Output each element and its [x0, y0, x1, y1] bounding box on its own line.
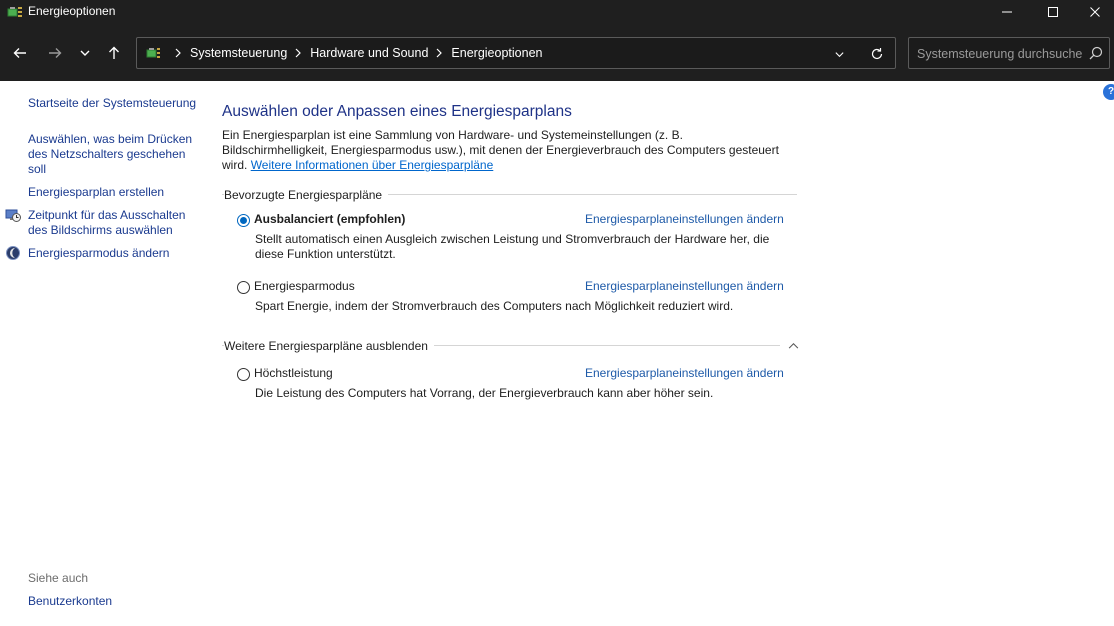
- search-input[interactable]: [917, 45, 1082, 62]
- sidebar-item-create-plan[interactable]: Energiesparplan erstellen: [28, 185, 203, 200]
- minimize-button[interactable]: [984, 0, 1030, 24]
- window-title: Energieoptionen: [28, 4, 116, 18]
- close-button[interactable]: [1076, 0, 1114, 24]
- plan-name-high-performance[interactable]: Höchstleistung: [254, 366, 333, 380]
- navigation-bar: Systemsteuerung Hardware und Sound Energ…: [0, 24, 1114, 81]
- minimize-icon: [1002, 11, 1012, 13]
- forward-button[interactable]: [42, 40, 68, 66]
- plan-name-balanced[interactable]: Ausbalanciert (empfohlen): [254, 212, 405, 226]
- control-panel-icon: [146, 48, 160, 58]
- plan-radio-high-performance[interactable]: [237, 368, 250, 381]
- title-bar: Energieoptionen: [0, 0, 1114, 24]
- breadcrumb-systemsteuerung[interactable]: Systemsteuerung: [190, 46, 287, 60]
- plan-radio-power-saver[interactable]: [237, 281, 250, 294]
- search-box[interactable]: [908, 37, 1110, 69]
- address-history-button[interactable]: [831, 46, 847, 62]
- sidebar-item-user-accounts[interactable]: Benutzerkonten: [28, 594, 203, 609]
- chevron-right-icon: [175, 48, 181, 58]
- sidebar-item-display-off[interactable]: Zeitpunkt für das Ausschalten des Bildsc…: [28, 208, 203, 238]
- breadcrumb-energieoptionen[interactable]: Energieoptionen: [451, 46, 542, 60]
- hide-more-plans-label[interactable]: Weitere Energiesparpläne ausblenden: [224, 339, 434, 353]
- chevron-right-icon[interactable]: [295, 48, 302, 58]
- plan-desc-high-performance: Die Leistung des Computers hat Vorrang, …: [255, 386, 714, 400]
- plan-desc-balanced: Stellt automatisch einen Ausgleich zwisc…: [255, 232, 770, 261]
- help-button[interactable]: ?: [1103, 84, 1114, 100]
- monitor-clock-icon: [5, 209, 21, 222]
- maximize-icon: [1048, 7, 1058, 17]
- up-button[interactable]: [101, 40, 127, 66]
- arrow-right-icon: [49, 48, 62, 58]
- power-options-icon: [7, 7, 22, 17]
- sidebar-item-sleep[interactable]: Energiesparmodus ändern: [28, 246, 203, 261]
- address-bar[interactable]: Systemsteuerung Hardware und Sound Energ…: [136, 37, 896, 69]
- plan-settings-link-high-performance[interactable]: Energiesparplaneinstellungen ändern: [585, 366, 784, 380]
- see-also-label: Siehe auch: [28, 571, 89, 585]
- close-icon: [1090, 7, 1100, 17]
- plan-settings-link-balanced[interactable]: Energiesparplaneinstellungen ändern: [585, 212, 784, 226]
- breadcrumb-hardware-und-sound[interactable]: Hardware und Sound: [310, 46, 428, 60]
- plan-name-power-saver[interactable]: Energiesparmodus: [254, 279, 355, 293]
- moon-icon: [6, 246, 20, 260]
- plan-settings-link-power-saver[interactable]: Energiesparplaneinstellungen ändern: [585, 279, 784, 293]
- sidebar-item-power-button[interactable]: Auswählen, was beim Drücken des Netzscha…: [28, 132, 203, 177]
- refresh-button[interactable]: [868, 45, 886, 63]
- chevron-right-icon[interactable]: [436, 48, 443, 58]
- recent-locations-button[interactable]: [72, 40, 98, 66]
- refresh-icon: [871, 48, 883, 60]
- plan-radio-balanced[interactable]: [237, 214, 250, 227]
- intro-text: Ein Energiesparplan ist eine Sammlung vo…: [222, 128, 782, 173]
- sidebar-item-home[interactable]: Startseite der Systemsteuerung: [28, 96, 203, 111]
- chevron-up-icon: [788, 342, 798, 348]
- back-button[interactable]: [7, 40, 33, 66]
- collapse-more-plans-button[interactable]: [786, 339, 800, 351]
- page-title: Auswählen oder Anpassen eines Energiespa…: [222, 103, 572, 120]
- search-icon[interactable]: [1089, 46, 1103, 60]
- chevron-down-icon: [834, 51, 844, 57]
- maximize-button[interactable]: [1030, 0, 1076, 24]
- arrow-up-icon: [109, 46, 119, 59]
- preferred-plans-label: Bevorzugte Energiesparpläne: [224, 188, 389, 202]
- chevron-down-icon: [80, 50, 90, 56]
- arrow-left-icon: [13, 48, 26, 58]
- more-info-link[interactable]: Weitere Informationen über Energiesparpl…: [251, 158, 494, 172]
- plan-desc-power-saver: Spart Energie, indem der Stromverbrauch …: [255, 299, 734, 313]
- breadcrumb: Systemsteuerung Hardware und Sound Energ…: [167, 46, 542, 60]
